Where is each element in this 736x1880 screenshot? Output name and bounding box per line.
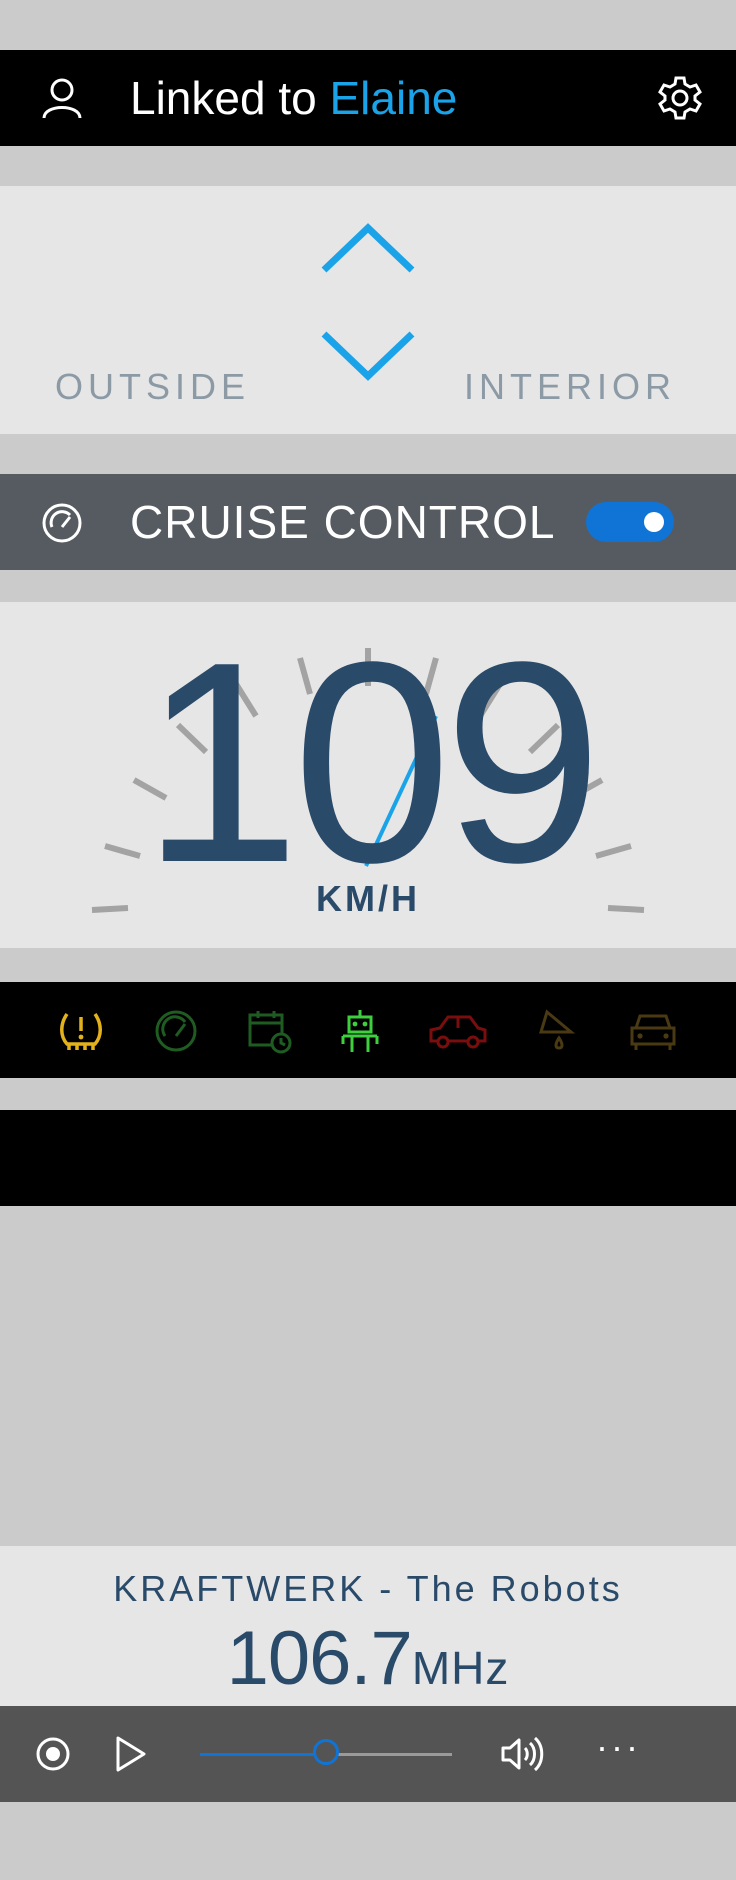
header-bar: Linked to Elaine: [0, 50, 736, 146]
car-front-icon: [630, 1014, 676, 1050]
cruise-control-bar: CRUISE CONTROL: [0, 474, 736, 570]
chevron-down-icon[interactable]: [318, 328, 418, 388]
tire-pressure-warning-icon: [60, 1012, 102, 1050]
cruise-control-label: CRUISE CONTROL: [130, 496, 556, 548]
speedometer-icon: [155, 1010, 197, 1052]
robot-icon: [341, 1010, 379, 1052]
gear-icon[interactable]: [656, 74, 704, 122]
record-icon[interactable]: [31, 1732, 75, 1776]
play-icon[interactable]: [108, 1732, 152, 1776]
media-player-bar: ···: [0, 1706, 736, 1802]
page-title: Linked to Elaine: [130, 68, 457, 128]
status-icons-bar: [0, 982, 736, 1078]
volume-icon[interactable]: [500, 1732, 546, 1776]
frequency-value: 106.7: [226, 1616, 413, 1701]
speed-unit: KM/H: [316, 878, 420, 919]
seek-slider-thumb[interactable]: [313, 1739, 339, 1765]
direction-panel: OUTSIDE INTERIOR: [0, 186, 736, 434]
now-playing-title: KRAFTWERK - The Robots: [113, 1568, 623, 1609]
radio-info-panel: KRAFTWERK - The Robots 106.7MHz: [0, 1546, 736, 1706]
oil-can-icon: [538, 1009, 576, 1050]
calendar-clock-icon: [248, 1011, 292, 1054]
toggle-knob: [644, 512, 664, 532]
speedometer-icon: [42, 503, 82, 543]
linked-user-name: Elaine: [329, 72, 458, 124]
seek-slider[interactable]: [200, 1739, 452, 1765]
chevron-up-icon[interactable]: [318, 216, 418, 276]
frequency-unit: MHz: [411, 1642, 510, 1694]
title-prefix: Linked to: [130, 72, 330, 124]
car-side-icon: [429, 1015, 487, 1049]
outside-label[interactable]: OUTSIDE: [55, 366, 250, 408]
speedometer-panel: 109 KM/H: [0, 602, 736, 948]
more-options-button[interactable]: ···: [596, 1722, 640, 1782]
seek-slider-fill: [200, 1753, 326, 1756]
interior-label[interactable]: INTERIOR: [464, 366, 676, 408]
empty-black-bar: [0, 1110, 736, 1206]
cruise-control-toggle[interactable]: [586, 502, 674, 542]
user-icon[interactable]: [40, 76, 84, 120]
